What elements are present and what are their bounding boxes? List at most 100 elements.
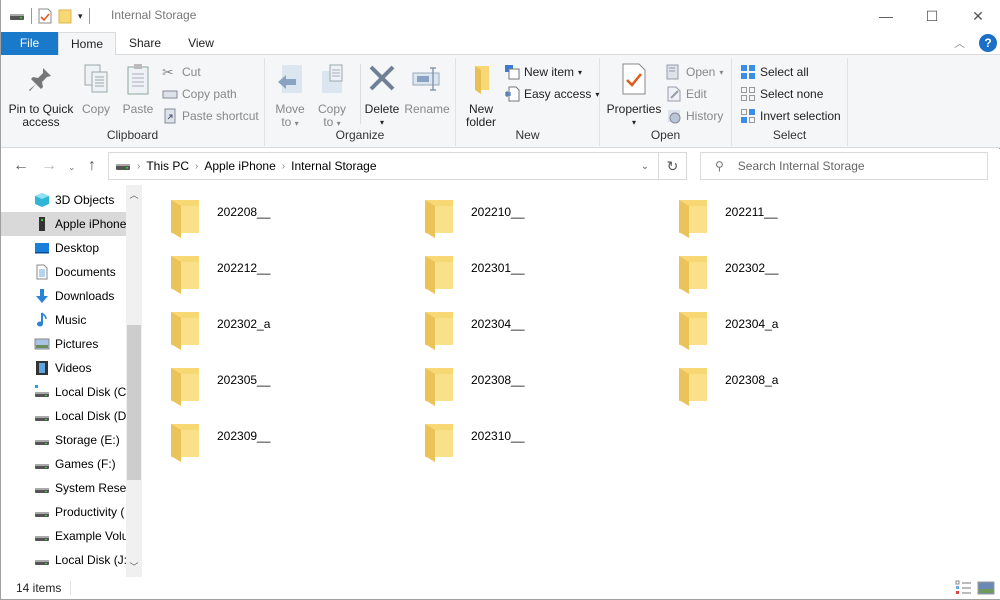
navigation-bar: ← → ⌄ ↑ › This PC › Apple iPhone › Inter… [1,149,1000,185]
breadcrumb-apple-iphone[interactable]: Apple iPhone [204,159,275,173]
breadcrumb-chevron-icon[interactable]: › [282,161,285,172]
scroll-up-icon[interactable]: ︿ [126,187,142,203]
folder-item[interactable]: 202310__ [397,409,637,462]
paste-button[interactable]: Paste [118,62,158,116]
cut-button[interactable]: ✂ Cut [162,62,201,82]
nav-item[interactable]: Videos [1,356,126,380]
nav-item[interactable]: Downloads [1,284,126,308]
music-icon [34,312,50,328]
nav-item[interactable]: Music [1,308,126,332]
search-input[interactable]: Search Internal Storage [738,159,865,173]
customize-qat-icon[interactable]: ▾ [78,11,83,22]
nav-item[interactable]: Pictures [1,332,126,356]
nav-item-label: Games (F:) [55,457,116,471]
minimize-button[interactable]: — [863,0,909,32]
pin-to-quick-access-button[interactable]: Pin to Quick access [5,62,77,129]
folder-icon [677,254,709,294]
delete-button[interactable]: Delete ▾ [362,62,402,129]
nav-item[interactable]: Desktop [1,236,126,260]
help-icon[interactable]: ? [979,34,997,52]
select-all-icon [741,65,755,79]
nav-pane-scrollbar[interactable]: ︿ ﹀ [126,185,142,577]
address-bar[interactable]: › This PC › Apple iPhone › Internal Stor… [108,152,659,180]
folder-item[interactable]: 202304__ [397,297,637,350]
nav-item[interactable]: Local Disk (D: [1,404,126,428]
paste-shortcut-button[interactable]: Paste shortcut [162,106,259,126]
new-item-button[interactable]: New item ▾ [504,62,582,82]
maximize-button[interactable]: ☐ [909,0,955,32]
folder-item[interactable]: 202308_a [651,353,891,406]
address-dropdown-button[interactable]: ⌄ [632,152,658,180]
folder-item[interactable]: 202208__ [143,185,383,238]
open-button[interactable]: Open ▾ [666,62,723,82]
drive-icon [34,432,50,448]
nav-item[interactable]: Example Volu [1,524,126,548]
new-folder-icon[interactable] [58,8,72,24]
folder-icon [169,198,201,238]
folder-item[interactable]: 202302_a [143,297,383,350]
up-button[interactable]: ↑ [88,157,96,175]
breadcrumb-chevron-icon[interactable]: › [195,161,198,172]
forward-arrow-icon: → [41,157,57,174]
select-none-button[interactable]: Select none [740,84,823,104]
tab-share[interactable]: Share [121,32,169,55]
tab-home[interactable]: Home [58,32,116,56]
folder-item[interactable]: 202301__ [397,241,637,294]
history-button[interactable]: History [666,106,723,126]
folder-item[interactable]: 202302__ [651,241,891,294]
folder-name: 202305__ [217,373,271,387]
nav-item[interactable]: Apple iPhone [1,212,126,236]
copy-to-button[interactable]: Copy to ▾ [312,62,352,130]
nav-item[interactable]: System Reser [1,476,126,500]
nav-item[interactable]: Games (F:) [1,452,126,476]
close-button[interactable]: ✕ [955,0,1000,32]
refresh-button[interactable]: ↻ [659,152,687,180]
nav-item[interactable]: Local Disk (C: [1,380,126,404]
scroll-down-icon[interactable]: ﹀ [126,559,142,575]
move-to-button[interactable]: Move to ▾ [270,62,310,130]
back-button[interactable]: ← [13,157,29,175]
qat-separator [31,8,32,24]
chevron-down-icon: ⌄ [68,162,76,172]
breadcrumb-internal-storage[interactable]: Internal Storage [291,159,376,173]
folder-item[interactable]: 202210__ [397,185,637,238]
nav-item[interactable]: 3D Objects [1,188,126,212]
copy-button[interactable]: Copy [77,62,115,116]
rename-button[interactable]: Rename [404,62,450,116]
new-folder-button[interactable]: New folder [461,62,501,129]
folder-item[interactable]: 202308__ [397,353,637,406]
collapse-ribbon-icon[interactable]: ︿ [954,35,965,51]
properties-button[interactable]: Properties ▾ [605,62,663,129]
large-icons-view-icon[interactable] [977,580,995,596]
search-box[interactable]: ⚲ Search Internal Storage [700,152,988,180]
invert-selection-button[interactable]: Invert selection [740,106,841,126]
breadcrumb-chevron-icon[interactable]: › [137,161,140,172]
forward-button[interactable]: → [41,157,57,175]
tab-file[interactable]: File [1,32,58,55]
scrollbar-thumb[interactable] [127,325,141,480]
open-group: Properties ▾ Open ▾ Edit History Open [600,58,732,146]
recent-locations-button[interactable]: ⌄ [68,162,76,173]
details-view-icon[interactable] [955,580,973,596]
folder-item[interactable]: 202304_a [651,297,891,350]
edit-button[interactable]: Edit [666,84,707,104]
nav-item[interactable]: Productivity ( [1,500,126,524]
folder-item[interactable]: 202212__ [143,241,383,294]
properties-icon[interactable] [38,8,52,24]
easy-access-button[interactable]: Easy access ▾ [504,84,599,104]
nav-item[interactable]: Documents [1,260,126,284]
up-arrow-icon: ↑ [88,157,96,174]
folder-item[interactable]: 202211__ [651,185,891,238]
nav-item[interactable]: Local Disk (J:) [1,548,126,572]
select-all-button[interactable]: Select all [740,62,809,82]
copy-path-button[interactable]: Copy path [162,84,237,104]
folder-item[interactable]: 202309__ [143,409,383,462]
breadcrumb-this-pc[interactable]: This PC [146,159,189,173]
history-label: History [686,109,724,123]
folder-icon [423,310,455,350]
nav-item[interactable]: Storage (E:) [1,428,126,452]
folder-item[interactable]: 202305__ [143,353,383,406]
tab-view[interactable]: View [177,32,225,55]
folder-icon [677,366,709,406]
folder-name: 202210__ [471,205,525,219]
